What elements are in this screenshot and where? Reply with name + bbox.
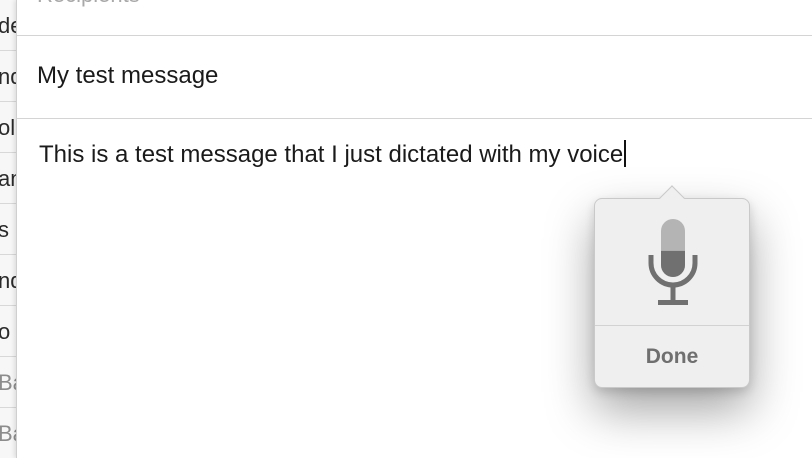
divider [17,118,812,119]
mic-level-fill [661,250,685,277]
list-item[interactable]: o c [0,306,16,357]
list-item[interactable]: oli [0,102,16,153]
list-item[interactable]: de [0,0,16,51]
message-list: de nd oli an s S nd o c Ba Ba [0,0,16,458]
message-body[interactable]: This is a test message that I just dicta… [39,140,627,169]
recipients-field[interactable]: Recipients [37,0,140,8]
message-body-text: This is a test message that I just dicta… [39,141,624,168]
done-button[interactable]: Done [595,326,749,388]
list-item-text: o c [0,319,16,344]
list-item-text: s S [0,217,16,242]
subject-field[interactable]: My test message [37,62,218,90]
dictation-popover: Done [594,185,750,388]
text-cursor [624,140,627,167]
app-window: de nd oli an s S nd o c Ba Ba Recipients… [0,0,812,458]
list-item[interactable]: Ba [0,357,16,408]
list-item-text: Ba [0,370,16,395]
list-item[interactable]: s S [0,204,16,255]
list-item[interactable]: nd [0,255,16,306]
list-item[interactable]: an [0,153,16,204]
divider [17,35,812,36]
list-item-text: oli [0,115,16,140]
list-item-text: an [0,166,16,191]
list-item[interactable]: Ba [0,408,16,458]
list-item-text: de [0,13,16,38]
list-item-text: Ba [0,421,16,446]
list-item-text: nd [0,268,16,293]
microphone-icon [648,219,698,305]
list-item[interactable]: nd [0,51,16,102]
list-item-text: nd [0,64,16,89]
